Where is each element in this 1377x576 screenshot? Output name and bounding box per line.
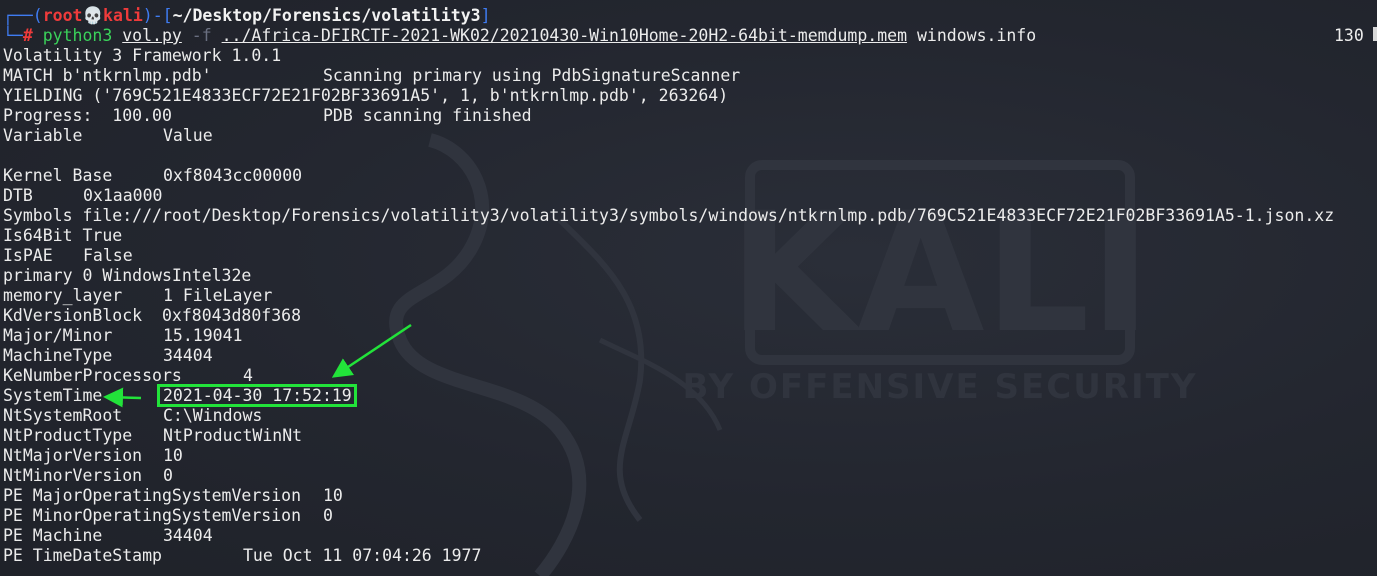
row-ntmajorversion: NtMajorVersion 10 — [3, 446, 183, 465]
row-pe-major-os-version: PE MajorOperatingSystemVersion 10 — [3, 486, 343, 505]
command-file: ../Africa-DFIRCTF-2021-WK02/20210430-Win… — [221, 26, 908, 45]
row-ntsystemroot: NtSystemRoot C:\Windows — [3, 406, 263, 425]
row-pe-timedatestamp: PE TimeDateStamp Tue Oct 11 07:04:26 1977 — [3, 546, 482, 565]
row-machinetype: MachineType 34404 — [3, 346, 213, 365]
prompt-line: ┌──(root💀kali)-[~/Desktop/Forensics/vola… — [3, 6, 491, 25]
systemtime-highlight-box — [157, 384, 357, 407]
progress-line: Progress: 100.00 PDB scanning finished — [3, 106, 532, 125]
yielding-line: YIELDING ('769C521E4833ECF72E21F02BF3369… — [3, 86, 729, 105]
command-plugin: windows.info — [916, 26, 1037, 45]
terminal-output[interactable]: ┌──(root💀kali)-[~/Desktop/Forensics/vola… — [3, 6, 1334, 566]
command-flag: -f — [191, 26, 212, 45]
prompt-path: ~/Desktop/Forensics/volatility3 — [172, 6, 481, 25]
command-script: vol.py — [122, 26, 182, 45]
row-ntminorversion: NtMinorVersion 0 — [3, 466, 173, 485]
terminal-window[interactable]: KALI BY OFFENSIVE SECURITY ┌──(root💀kali… — [0, 0, 1377, 576]
scrollbar-thumb[interactable] — [1373, 27, 1377, 41]
row-dtb: DTB 0x1aa000 — [3, 186, 163, 205]
row-ispae: IsPAE False — [3, 246, 133, 265]
row-memory-layer: memory_layer 1 FileLayer — [3, 286, 273, 305]
row-symbols: Symbols file:///root/Desktop/Forensics/v… — [3, 206, 1335, 225]
exit-status: 130 — [1334, 26, 1364, 45]
framework-line: Volatility 3 Framework 1.0.1 — [3, 46, 282, 65]
row-ntproducttype: NtProductType NtProductWinNt — [3, 426, 303, 445]
row-kenumberprocessors: KeNumberProcessors 4 — [3, 366, 253, 385]
command-name: python3 — [42, 26, 113, 45]
prompt-symbol: # — [22, 26, 33, 45]
header-line: Variable Value — [3, 126, 213, 145]
prompt-host: kali — [103, 6, 143, 25]
row-pe-minor-os-version: PE MinorOperatingSystemVersion 0 — [3, 506, 333, 525]
command-line[interactable]: └─# python3 vol.py -f ../Africa-DFIRCTF-… — [3, 26, 1334, 46]
row-is64bit: Is64Bit True — [3, 226, 123, 245]
row-pe-machine: PE Machine 34404 — [3, 526, 213, 545]
row-major-minor: Major/Minor 15.19041 — [3, 326, 243, 345]
skull-icon: 💀 — [82, 6, 104, 25]
match-line: MATCH b'ntkrnlmp.pdb' Scanning primary us… — [3, 66, 741, 85]
prompt-user: root — [42, 6, 83, 25]
row-kdversionblock: KdVersionBlock 0xf8043d80f368 — [3, 306, 302, 325]
row-primary: primary 0 WindowsIntel32e — [3, 266, 252, 285]
row-kernel-base: Kernel Base 0xf8043cc00000 — [3, 166, 303, 185]
